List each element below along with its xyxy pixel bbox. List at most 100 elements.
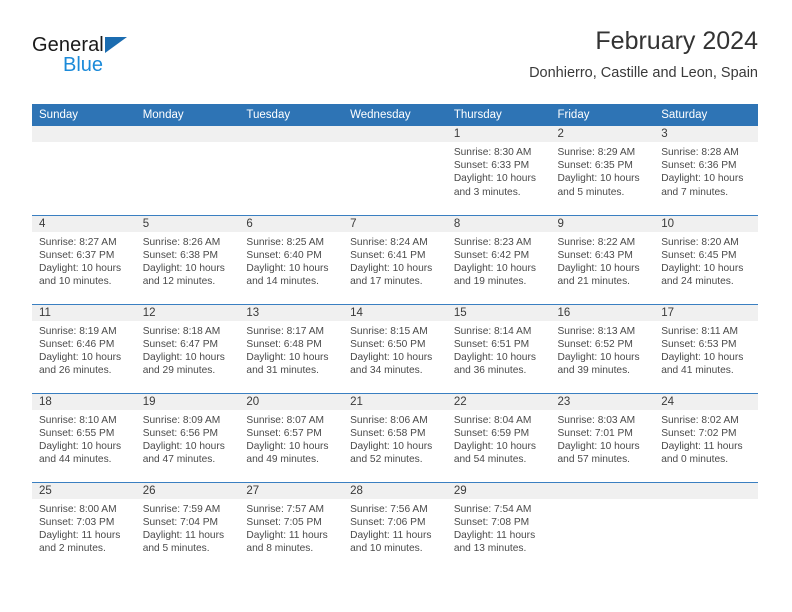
day-cell[interactable]: 9 Sunrise: 8:22 AM Sunset: 6:43 PM Daylight… bbox=[550, 214, 655, 304]
day-cell[interactable]: 8 Sunrise: 8:23 AM Sunset: 6:42 PM Daylight… bbox=[446, 214, 551, 304]
day-cell[interactable]: 22 Sunrise: 8:04 AM Sunset: 6:59 PM Dayligh… bbox=[446, 392, 551, 482]
day-cell[interactable]: 21 Sunrise: 8:06 AM Sunset: 6:58 PM Dayligh… bbox=[343, 392, 447, 482]
day-info: Sunrise: 8:27 AM Sunset: 6:37 PM Daylight:… bbox=[32, 232, 136, 289]
daylight-text-line1: Daylight: 11 hours bbox=[39, 529, 121, 541]
day-number: 10 bbox=[654, 215, 758, 232]
day-number: 2 bbox=[550, 126, 655, 142]
day-cell[interactable]: 24 Sunrise: 8:02 AM Sunset: 7:02 PM Dayligh… bbox=[654, 392, 758, 482]
weekday-header-sunday: Sunday bbox=[32, 104, 136, 126]
day-cell[interactable]: 6 Sunrise: 8:25 AM Sunset: 6:40 PM Daylight… bbox=[239, 214, 344, 304]
day-cell[interactable]: 17 Sunrise: 8:11 AM Sunset: 6:53 PM Dayligh… bbox=[654, 303, 758, 393]
day-cell[interactable] bbox=[343, 126, 447, 215]
sunset-text: Sunset: 6:51 PM bbox=[453, 338, 530, 350]
brand-logo[interactable]: General Blue bbox=[32, 34, 182, 86]
day-cell[interactable]: 7 Sunrise: 8:24 AM Sunset: 6:41 PM Daylight… bbox=[343, 214, 447, 304]
day-info: Sunrise: 7:57 AM Sunset: 7:05 PM Daylight:… bbox=[239, 499, 343, 556]
day-cell[interactable]: 10 Sunrise: 8:20 AM Sunset: 6:45 PM Dayligh… bbox=[654, 214, 758, 304]
day-cell[interactable]: 23 Sunrise: 8:03 AM Sunset: 7:01 PM Dayligh… bbox=[550, 392, 655, 482]
day-cell[interactable]: 15 Sunrise: 8:14 AM Sunset: 6:51 PM Dayligh… bbox=[446, 303, 551, 393]
day-cell[interactable]: 28 Sunrise: 7:56 AM Sunset: 7:06 PM Dayligh… bbox=[343, 481, 447, 571]
day-cell[interactable]: 20 Sunrise: 8:07 AM Sunset: 6:57 PM Dayligh… bbox=[239, 392, 344, 482]
day-cell[interactable] bbox=[239, 126, 344, 215]
day-number: 8 bbox=[446, 215, 551, 232]
sunset-text: Sunset: 6:57 PM bbox=[246, 427, 322, 439]
daylight-text-line1: Daylight: 10 hours bbox=[557, 440, 640, 452]
daylight-text-line2: and 7 minutes. bbox=[661, 186, 729, 198]
sunrise-text: Sunrise: 8:03 AM bbox=[557, 414, 636, 426]
day-number: 1 bbox=[446, 126, 551, 142]
day-number: 22 bbox=[446, 393, 551, 410]
day-cell[interactable]: 18 Sunrise: 8:10 AM Sunset: 6:55 PM Dayligh… bbox=[32, 392, 136, 482]
day-info: Sunrise: 7:59 AM Sunset: 7:04 PM Daylight:… bbox=[136, 499, 240, 556]
daylight-text-line2: and 5 minutes. bbox=[142, 543, 210, 555]
sunset-text: Sunset: 6:50 PM bbox=[350, 338, 426, 350]
daylight-text-line2: and 54 minutes. bbox=[453, 454, 527, 466]
day-cell[interactable]: 25 Sunrise: 8:00 AM Sunset: 7:03 PM Dayligh… bbox=[32, 481, 136, 571]
sunrise-text: Sunrise: 7:57 AM bbox=[246, 503, 324, 515]
daylight-text-line2: and 57 minutes. bbox=[557, 454, 631, 466]
daylight-text-line2: and 47 minutes. bbox=[142, 454, 216, 466]
day-cell[interactable] bbox=[654, 481, 758, 571]
sunrise-text: Sunrise: 8:27 AM bbox=[39, 236, 117, 248]
day-info: Sunrise: 8:18 AM Sunset: 6:47 PM Daylight:… bbox=[136, 321, 240, 378]
day-number: 29 bbox=[446, 482, 551, 499]
sunrise-text: Sunrise: 8:11 AM bbox=[661, 325, 739, 337]
daylight-text-line2: and 13 minutes. bbox=[453, 543, 527, 555]
daylight-text-line1: Daylight: 11 hours bbox=[350, 529, 432, 541]
day-cell[interactable]: 16 Sunrise: 8:13 AM Sunset: 6:52 PM Dayligh… bbox=[550, 303, 655, 393]
daylight-text-line2: and 10 minutes. bbox=[39, 276, 112, 288]
sunset-text: Sunset: 6:58 PM bbox=[350, 427, 426, 439]
day-info: Sunrise: 8:28 AM Sunset: 6:36 PM Daylight:… bbox=[654, 142, 758, 199]
day-info bbox=[551, 499, 655, 503]
day-cell[interactable]: 11 Sunrise: 8:19 AM Sunset: 6:46 PM Dayligh… bbox=[32, 303, 136, 393]
daylight-text-line1: Daylight: 10 hours bbox=[557, 262, 640, 274]
sunrise-text: Sunrise: 8:22 AM bbox=[557, 236, 636, 248]
day-cell[interactable]: 19 Sunrise: 8:09 AM Sunset: 6:56 PM Dayligh… bbox=[135, 392, 240, 482]
day-number bbox=[654, 482, 758, 499]
day-cell[interactable]: 2 Sunrise: 8:29 AM Sunset: 6:35 PM Daylight… bbox=[550, 126, 655, 215]
day-info bbox=[32, 142, 136, 146]
sunset-text: Sunset: 6:45 PM bbox=[661, 249, 737, 261]
weekday-header-wednesday: Wednesday bbox=[343, 104, 447, 126]
day-cell[interactable]: 1 Sunrise: 8:30 AM Sunset: 6:33 PM Daylight… bbox=[446, 126, 551, 215]
sunrise-text: Sunrise: 8:07 AM bbox=[246, 414, 324, 426]
sunset-text: Sunset: 6:40 PM bbox=[246, 249, 322, 261]
week-row: 18 Sunrise: 8:10 AM Sunset: 6:55 PM Dayligh… bbox=[32, 392, 758, 482]
day-cell[interactable] bbox=[135, 126, 240, 215]
daylight-text-line2: and 31 minutes. bbox=[246, 365, 319, 377]
day-cell[interactable] bbox=[32, 126, 136, 215]
sunset-text: Sunset: 6:35 PM bbox=[557, 160, 633, 172]
sunset-text: Sunset: 7:04 PM bbox=[142, 516, 219, 528]
day-cell[interactable] bbox=[550, 481, 655, 571]
sunset-text: Sunset: 6:37 PM bbox=[39, 249, 115, 261]
sunrise-text: Sunrise: 8:26 AM bbox=[142, 236, 221, 248]
daylight-text-line1: Daylight: 10 hours bbox=[557, 173, 640, 185]
sunrise-text: Sunrise: 8:25 AM bbox=[246, 236, 324, 248]
daylight-text-line1: Daylight: 10 hours bbox=[453, 351, 536, 363]
day-info: Sunrise: 8:23 AM Sunset: 6:42 PM Daylight:… bbox=[447, 232, 551, 289]
day-info: Sunrise: 8:29 AM Sunset: 6:35 PM Daylight:… bbox=[551, 142, 655, 199]
day-cell[interactable]: 12 Sunrise: 8:18 AM Sunset: 6:47 PM Dayligh… bbox=[135, 303, 240, 393]
day-cell[interactable]: 27 Sunrise: 7:57 AM Sunset: 7:05 PM Dayligh… bbox=[239, 481, 344, 571]
day-number bbox=[239, 126, 344, 142]
week-row: 25 Sunrise: 8:00 AM Sunset: 7:03 PM Dayligh… bbox=[32, 481, 758, 571]
daylight-text-line2: and 44 minutes. bbox=[39, 454, 112, 466]
sunset-text: Sunset: 7:08 PM bbox=[453, 516, 530, 528]
day-cell[interactable]: 3 Sunrise: 8:28 AM Sunset: 6:36 PM Daylight… bbox=[654, 126, 758, 215]
sunset-text: Sunset: 7:06 PM bbox=[350, 516, 426, 528]
day-number: 20 bbox=[239, 393, 344, 410]
daylight-text-line1: Daylight: 10 hours bbox=[350, 262, 433, 274]
page-header: General Blue February 2024 Donhierro, Ca… bbox=[32, 26, 758, 100]
day-cell[interactable]: 14 Sunrise: 8:15 AM Sunset: 6:50 PM Dayligh… bbox=[343, 303, 447, 393]
daylight-text-line1: Daylight: 10 hours bbox=[39, 440, 122, 452]
day-cell[interactable]: 5 Sunrise: 8:26 AM Sunset: 6:38 PM Daylight… bbox=[135, 214, 240, 304]
sunrise-text: Sunrise: 8:06 AM bbox=[350, 414, 428, 426]
day-cell[interactable]: 13 Sunrise: 8:17 AM Sunset: 6:48 PM Dayligh… bbox=[239, 303, 344, 393]
sunrise-text: Sunrise: 7:54 AM bbox=[453, 503, 532, 515]
day-cell[interactable]: 29 Sunrise: 7:54 AM Sunset: 7:08 PM Dayligh… bbox=[446, 481, 551, 571]
day-cell[interactable]: 26 Sunrise: 7:59 AM Sunset: 7:04 PM Dayligh… bbox=[135, 481, 240, 571]
day-cell[interactable]: 4 Sunrise: 8:27 AM Sunset: 6:37 PM Daylight… bbox=[32, 214, 136, 304]
day-number: 25 bbox=[32, 482, 136, 499]
daylight-text-line2: and 2 minutes. bbox=[39, 543, 106, 555]
sunset-text: Sunset: 6:55 PM bbox=[39, 427, 115, 439]
